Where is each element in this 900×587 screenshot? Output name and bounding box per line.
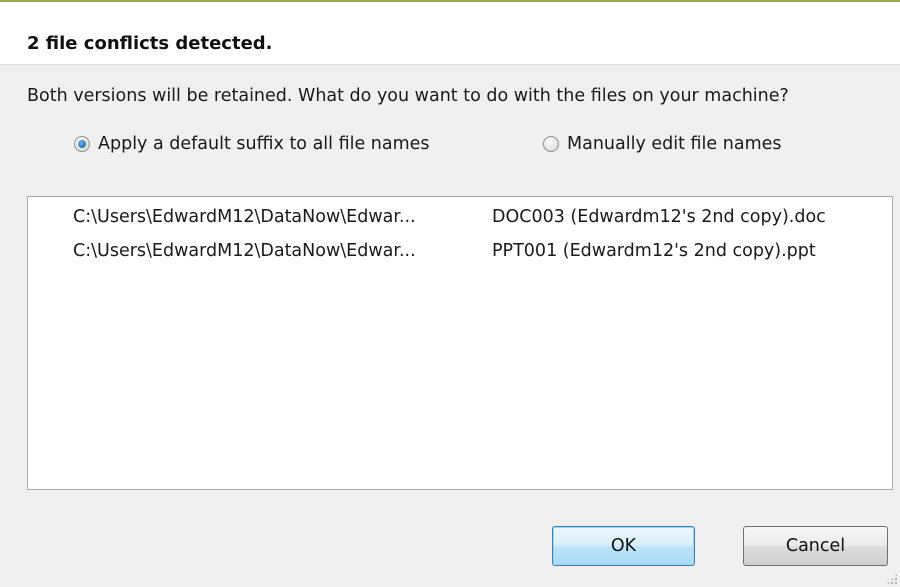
- option-default-suffix-label: Apply a default suffix to all file names: [98, 134, 430, 154]
- list-item[interactable]: C:\Users\EdwardM12\DataNow\Edwar... DOC0…: [28, 197, 892, 227]
- option-manual-edit[interactable]: Manually edit file names: [543, 134, 782, 154]
- ok-button[interactable]: OK: [552, 526, 695, 566]
- radio-manual-edit[interactable]: [543, 136, 559, 152]
- list-item[interactable]: C:\Users\EdwardM12\DataNow\Edwar... PPT0…: [28, 231, 892, 261]
- conflict-question: Both versions will be retained. What do …: [27, 86, 789, 106]
- file-path: C:\Users\EdwardM12\DataNow\Edwar...: [73, 241, 416, 261]
- file-new-name: PPT001 (Edwardm12's 2nd copy).ppt: [492, 241, 816, 261]
- cancel-button[interactable]: Cancel: [743, 526, 888, 566]
- file-conflict-dialog: 2 file conflicts detected. Both versions…: [0, 0, 900, 587]
- radio-default-suffix[interactable]: [74, 136, 90, 152]
- option-default-suffix[interactable]: Apply a default suffix to all file names: [74, 134, 430, 154]
- dialog-header: 2 file conflicts detected.: [0, 2, 900, 65]
- conflict-file-list[interactable]: C:\Users\EdwardM12\DataNow\Edwar... DOC0…: [27, 196, 893, 490]
- option-manual-edit-label: Manually edit file names: [567, 134, 782, 154]
- file-new-name: DOC003 (Edwardm12's 2nd copy).doc: [492, 207, 826, 227]
- dialog-title: 2 file conflicts detected.: [27, 33, 273, 54]
- file-path: C:\Users\EdwardM12\DataNow\Edwar...: [73, 207, 416, 227]
- resize-grip-icon[interactable]: [886, 573, 898, 585]
